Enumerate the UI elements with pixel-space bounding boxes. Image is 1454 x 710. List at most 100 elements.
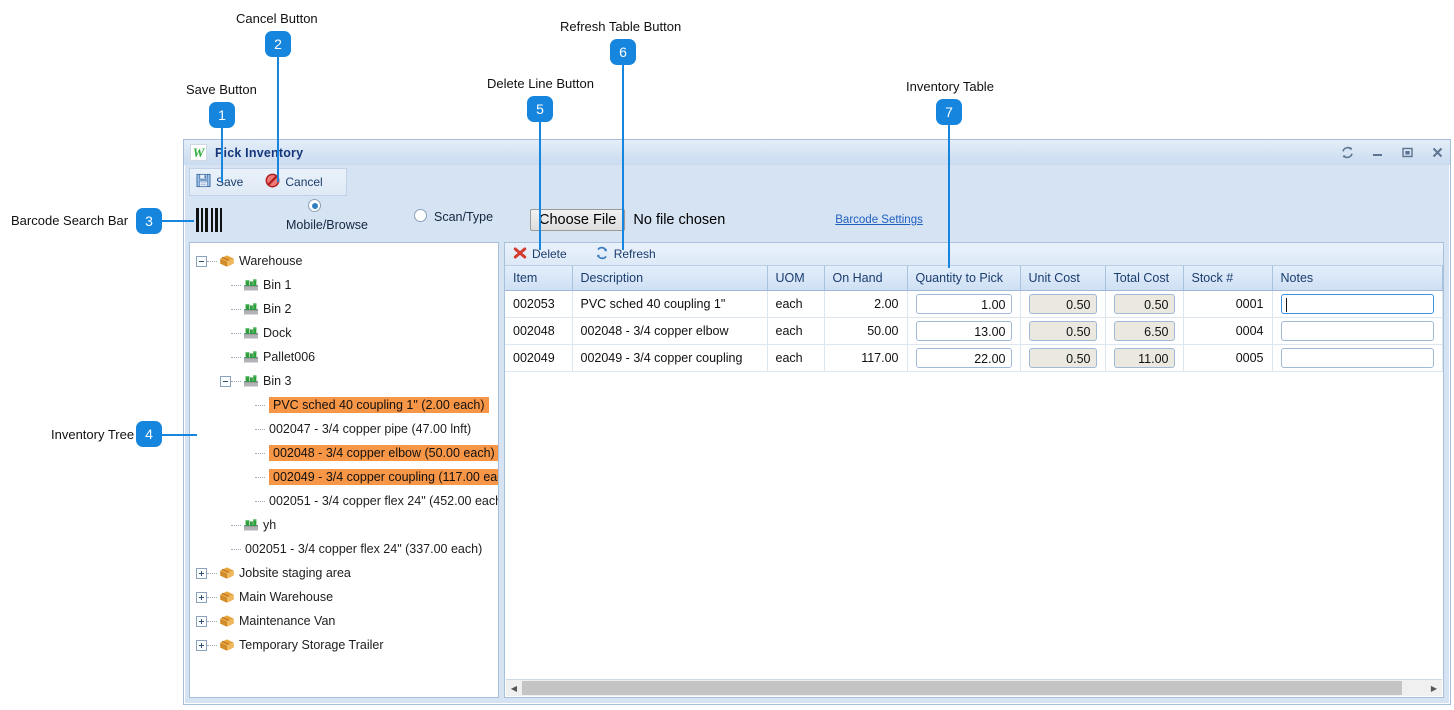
cell-uom: each <box>767 290 825 318</box>
tree-collapse-icon[interactable] <box>196 255 207 267</box>
cell-description: 002049 - 3/4 copper coupling <box>572 344 768 372</box>
notes-input[interactable] <box>1280 348 1434 368</box>
window-controls <box>1340 140 1444 165</box>
tree-node-label: Bin 1 <box>263 277 292 292</box>
grid-toolbar: Delete Refresh <box>505 243 1443 266</box>
quantity-to-pick-input[interactable]: 13.00 <box>915 321 1012 341</box>
table-header-cell[interactable]: UOM <box>767 266 825 291</box>
tree-node-label: Dock <box>263 325 292 340</box>
table-header-cell[interactable]: Unit Cost <box>1020 266 1106 291</box>
barcode-mode-radio-group: Mobile/Browse Scan/Type <box>246 199 504 238</box>
tree-node[interactable]: yh <box>190 513 498 537</box>
cell-uom: each <box>767 344 825 372</box>
radio-scan-type-label: Scan/Type <box>434 210 494 224</box>
tree-node[interactable]: Temporary Storage Trailer <box>190 633 498 657</box>
table-header-cell[interactable]: Stock # <box>1183 266 1273 291</box>
tree-node[interactable]: Bin 3 <box>190 369 498 393</box>
maximize-icon[interactable] <box>1400 146 1414 160</box>
tree-expand-icon[interactable] <box>196 591 207 603</box>
bin-icon <box>243 374 259 388</box>
quantity-to-pick-input[interactable]: 1.00 <box>915 294 1012 314</box>
table-header-cell[interactable]: On Hand <box>824 266 908 291</box>
scroll-right-arrow-icon[interactable]: ▶ <box>1426 680 1442 696</box>
tree-node[interactable]: 002051 - 3/4 copper flex 24" (452.00 eac… <box>190 489 498 513</box>
quantity-to-pick-input[interactable]: 22.00 <box>915 348 1012 368</box>
tree-node[interactable]: PVC sched 40 coupling 1" (2.00 each) <box>190 393 498 417</box>
save-button[interactable]: Save <box>190 171 249 193</box>
tree-node[interactable]: Jobsite staging area <box>190 561 498 585</box>
tree-node-label: yh <box>263 517 277 532</box>
refresh-arrows-icon <box>595 246 609 263</box>
warehouse-box-icon <box>219 590 235 604</box>
table-horizontal-scrollbar[interactable]: ◀ ▶ <box>506 679 1442 696</box>
barcode-icon[interactable] <box>196 208 224 232</box>
table-header-cell[interactable]: Quantity to Pick <box>907 266 1021 291</box>
minimize-icon[interactable] <box>1370 146 1384 160</box>
tree-node[interactable]: 002049 - 3/4 copper coupling (117.00 eac… <box>190 465 498 489</box>
tree-connector <box>207 585 217 609</box>
table-row[interactable]: 002049 002049 - 3/4 copper coupling each 11… <box>505 344 1443 372</box>
tree-node[interactable]: Main Warehouse <box>190 585 498 609</box>
tree-node[interactable]: Warehouse <box>190 249 498 273</box>
refresh-table-button-label: Refresh <box>613 247 656 261</box>
refresh-table-button[interactable]: Refresh <box>595 246 656 263</box>
barcode-search-bar: Mobile/Browse Scan/Type Choose File No f… <box>189 199 1444 238</box>
table-row[interactable]: 002048 002048 - 3/4 copper elbow each 50.00… <box>505 317 1443 345</box>
tree-collapse-icon[interactable] <box>220 375 231 387</box>
tree-node[interactable]: Dock <box>190 321 498 345</box>
inventory-tree-panel[interactable]: Warehouse Bin 1 Bin 2 Dock Pallet006 Bin 3 PVC… <box>189 242 499 698</box>
table-header-cell[interactable]: Item <box>505 266 573 291</box>
pick-inventory-window: W Pick Inventory Save Cancel Mobile/Brow… <box>183 139 1451 705</box>
tree-node-label: 002048 - 3/4 copper elbow (50.00 each) <box>269 444 498 462</box>
tree-node[interactable]: 002051 - 3/4 copper flex 24" (337.00 eac… <box>190 537 498 561</box>
scrollbar-thumb[interactable] <box>522 681 1402 695</box>
scroll-left-arrow-icon[interactable]: ◀ <box>506 680 522 696</box>
tree-node-label: PVC sched 40 coupling 1" (2.00 each) <box>269 396 489 414</box>
tree-connector <box>207 609 217 633</box>
quantity-to-pick-input-cell: 13.00 <box>907 317 1021 345</box>
table-header-cell[interactable]: Notes <box>1272 266 1443 291</box>
tree-node[interactable]: Maintenance Van <box>190 609 498 633</box>
notes-input[interactable] <box>1280 294 1434 314</box>
tree-node[interactable]: Bin 1 <box>190 273 498 297</box>
callout-label-table: Inventory Table <box>906 79 994 94</box>
radio-mobile-browse-dot[interactable] <box>308 199 321 212</box>
bin-icon <box>243 518 259 532</box>
callout-leader-6 <box>622 63 624 250</box>
tree-expand-icon[interactable] <box>196 567 207 579</box>
tree-expand-icon[interactable] <box>196 615 207 627</box>
tree-node-label: Jobsite staging area <box>239 565 351 580</box>
table-body: 002053 PVC sched 40 coupling 1" each 2.00 1.… <box>505 290 1443 372</box>
window-titlebar[interactable]: W Pick Inventory <box>184 140 1450 165</box>
radio-scan-type[interactable] <box>414 209 427 227</box>
close-icon[interactable] <box>1430 146 1444 160</box>
refresh-icon[interactable] <box>1340 146 1354 160</box>
table-row[interactable]: 002053 PVC sched 40 coupling 1" each 2.00 1.… <box>505 290 1443 318</box>
tree-connector <box>255 393 265 417</box>
barcode-settings-link[interactable]: Barcode Settings <box>835 214 923 226</box>
tree-node-label: Warehouse <box>239 253 303 268</box>
radio-mobile-browse[interactable] <box>308 199 321 217</box>
table-header-cell[interactable]: Total Cost <box>1105 266 1184 291</box>
tree-node[interactable]: Pallet006 <box>190 345 498 369</box>
bin-icon <box>243 302 259 316</box>
cancel-button[interactable]: Cancel <box>259 171 328 193</box>
tree-expand-icon[interactable] <box>196 639 207 651</box>
inventory-tree: Warehouse Bin 1 Bin 2 Dock Pallet006 Bin 3 PVC… <box>190 243 498 657</box>
tree-node-label: Temporary Storage Trailer <box>239 637 384 652</box>
warehouse-box-icon <box>219 614 235 628</box>
tree-node[interactable]: Bin 2 <box>190 297 498 321</box>
notes-input[interactable] <box>1280 321 1434 341</box>
table-header-row: Item Description UOM On Hand Quantity to Pic… <box>505 266 1443 291</box>
total-cost-field: 11.00 <box>1113 348 1175 368</box>
tree-node[interactable]: 002047 - 3/4 copper pipe (47.00 lnft) <box>190 417 498 441</box>
table-header-cell[interactable]: Description <box>572 266 768 291</box>
radio-scan-type-dot[interactable] <box>414 209 427 222</box>
tree-node[interactable]: 002048 - 3/4 copper elbow (50.00 each) <box>190 441 498 465</box>
app-logo-icon: W <box>190 144 207 161</box>
choose-file-button[interactable]: Choose File <box>530 209 626 231</box>
